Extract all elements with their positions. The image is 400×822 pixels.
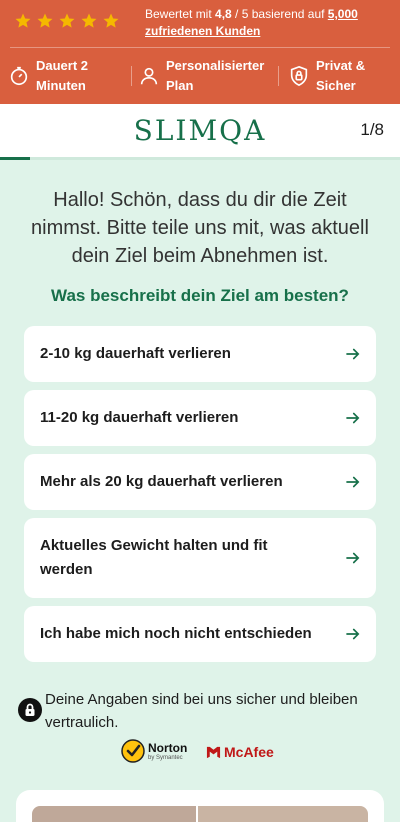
mcafee-badge: McAfee	[206, 740, 274, 764]
arrow-right-icon	[346, 348, 360, 360]
rating-value: 4,8	[215, 7, 232, 21]
app-header: SLIMQA 1/8	[0, 104, 400, 157]
feature-list: Dauert 2 Minuten Personalisierter Plan P…	[0, 48, 400, 104]
norton-name: Norton	[148, 741, 188, 755]
testimonial-photo	[32, 806, 196, 822]
progress-bar	[0, 157, 400, 160]
feature-label: Dauert 2 Minuten	[36, 58, 89, 93]
person-icon	[140, 67, 158, 85]
feature-label: Personalisierter Plan	[166, 58, 265, 93]
option-label: 2-10 kg dauerhaft verlieren	[40, 345, 231, 362]
feature-duration: Dauert 2 Minuten	[8, 56, 116, 96]
step-counter: 1/8	[360, 120, 384, 139]
rating-middle: / 5 basierend auf	[231, 7, 328, 21]
norton-badge: Norton by Symantec	[120, 738, 200, 766]
option-label: Mehr als 20 kg dauerhaft verlieren	[40, 473, 283, 490]
rating-customers-link[interactable]: zufriedenen Kunden	[145, 24, 260, 38]
arrow-right-icon	[346, 628, 360, 640]
norton-check-icon	[121, 739, 145, 763]
star-icon	[37, 13, 53, 28]
feature-separator	[131, 66, 132, 86]
option-11-20kg[interactable]: 11-20 kg dauerhaft verlieren	[24, 390, 376, 446]
rating-row: Bewertet mit 4,8 / 5 basierend auf 5,000…	[0, 0, 400, 46]
option-more-than-20kg[interactable]: Mehr als 20 kg dauerhaft verlieren	[24, 454, 376, 510]
rating-stars	[14, 12, 120, 30]
privacy-text: Deine Angaben sind bei uns sicher und bl…	[45, 691, 358, 731]
arrow-right-icon	[346, 412, 360, 424]
feature-separator	[278, 66, 279, 86]
option-undecided[interactable]: Ich habe mich noch nicht entschieden	[24, 606, 376, 662]
option-label: 11-20 kg dauerhaft verlieren	[40, 409, 239, 426]
rating-prefix: Bewertet mit	[145, 7, 216, 21]
progress-fill	[0, 157, 30, 160]
norton-subtitle: by Symantec	[148, 755, 183, 761]
option-label: Aktuelles Gewicht halten und fit werden	[40, 537, 268, 578]
brand-logo[interactable]: SLIMQA	[0, 114, 400, 147]
option-maintain-weight[interactable]: Aktuelles Gewicht halten und fit werden	[24, 518, 376, 598]
option-2-10kg[interactable]: 2-10 kg dauerhaft verlieren	[24, 326, 376, 382]
testimonial-card	[16, 790, 384, 822]
feature-label: Privat & Sicher	[316, 58, 366, 93]
lock-icon	[18, 698, 42, 722]
arrow-right-icon	[346, 476, 360, 488]
rating-text: Bewertet mit 4,8 / 5 basierend auf 5,000…	[145, 6, 390, 40]
testimonial-photo	[198, 806, 368, 822]
intro-text: Hallo! Schön, dass du dir die Zeit nimms…	[31, 189, 369, 267]
question-heading: Was beschreibt dein Ziel am besten?	[51, 286, 349, 305]
rating-count-link[interactable]: 5,000	[328, 7, 358, 21]
option-label: Ich habe mich noch nicht entschieden	[40, 625, 312, 642]
feature-privacy: Privat & Sicher	[288, 56, 386, 96]
mcafee-shield-icon	[206, 746, 221, 758]
feature-personalized: Personalisierter Plan	[138, 56, 276, 96]
arrow-right-icon	[346, 552, 360, 564]
star-icon	[103, 13, 119, 28]
star-icon	[81, 13, 97, 28]
promo-banner: Bewertet mit 4,8 / 5 basierend auf 5,000…	[0, 0, 400, 104]
star-icon	[59, 13, 75, 28]
star-icon	[15, 13, 31, 28]
mcafee-name: McAfee	[224, 744, 274, 760]
stopwatch-icon	[10, 66, 28, 86]
security-badges: Norton by Symantec McAfee	[120, 738, 290, 768]
lock-shield-icon	[290, 65, 308, 87]
